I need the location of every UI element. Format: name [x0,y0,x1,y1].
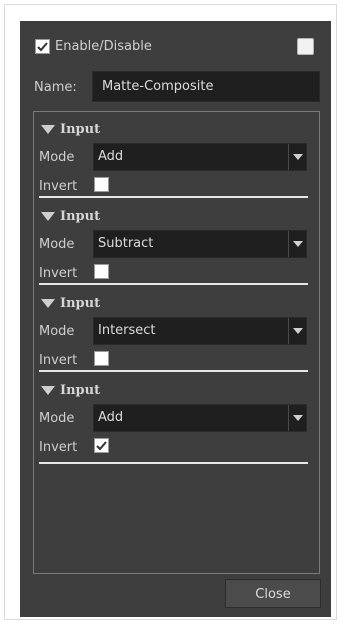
enable-disable-checkbox[interactable] [35,39,50,54]
invert-label: Invert [39,353,78,368]
mode-dropdown[interactable]: Intersect [93,317,307,345]
section-divider [39,196,308,198]
chevron-down-icon[interactable] [288,231,306,257]
mode-dropdown[interactable]: Add [93,143,307,171]
invert-checkbox[interactable] [94,438,109,453]
invert-label: Invert [39,266,78,281]
section-divider [39,283,308,285]
mode-dropdown-value: Add [98,410,124,425]
invert-checkbox[interactable] [94,264,109,279]
inputs-panel: Input Mode Add Invert Input Mode Subtrac… [33,111,320,574]
chevron-down-icon[interactable] [288,144,306,170]
chevron-down-icon[interactable] [288,405,306,431]
matte-composite-dialog: Enable/Disable Name: Input Mode Add Inve… [20,21,331,617]
mode-dropdown-value: Subtract [98,236,154,251]
input-section-title: Input [60,296,101,311]
checkmark-icon [37,42,48,52]
node-extra-checkbox[interactable] [297,38,314,55]
mode-dropdown[interactable]: Add [93,404,307,432]
input-section-title: Input [60,209,101,224]
triangle-down-icon[interactable] [41,125,55,134]
input-section-title: Input [60,383,101,398]
mode-label: Mode [39,237,75,252]
invert-label: Invert [39,179,78,194]
mode-label: Mode [39,411,75,426]
input-section-4: Input Mode Add Invert [34,373,319,464]
enable-disable-label: Enable/Disable [55,39,152,54]
invert-label: Invert [39,440,78,455]
name-label: Name: [34,80,77,95]
triangle-down-icon[interactable] [41,386,55,395]
chevron-down-icon[interactable] [288,318,306,344]
name-field[interactable] [92,71,320,102]
input-section-2: Input Mode Subtract Invert [34,199,319,286]
mode-label: Mode [39,150,75,165]
triangle-down-icon[interactable] [41,299,55,308]
triangle-down-icon[interactable] [41,212,55,221]
section-divider [39,462,308,464]
section-divider [39,370,308,372]
checkmark-icon [96,441,107,451]
input-section-title: Input [60,122,101,137]
mode-dropdown-value: Add [98,149,124,164]
input-section-1: Input Mode Add Invert [34,112,319,199]
mode-dropdown[interactable]: Subtract [93,230,307,258]
invert-checkbox[interactable] [94,177,109,192]
input-section-3: Input Mode Intersect Invert [34,286,319,373]
close-button[interactable]: Close [225,579,321,608]
mode-label: Mode [39,324,75,339]
mode-dropdown-value: Intersect [98,323,156,338]
invert-checkbox[interactable] [94,351,109,366]
